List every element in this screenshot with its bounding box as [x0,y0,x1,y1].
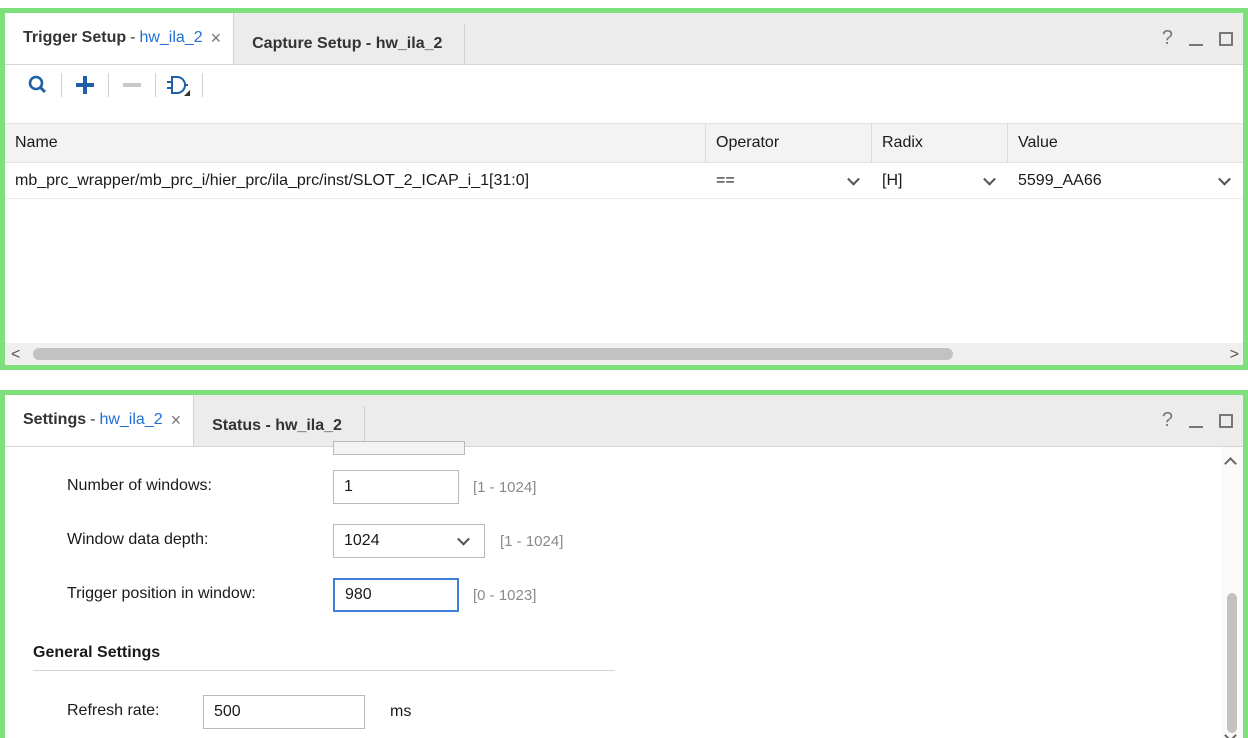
tab-title: Status - hw_ila_2 [212,417,342,434]
trigger-position-input[interactable]: 980 [333,578,459,612]
maximize-icon[interactable] [1219,31,1233,46]
column-header-operator[interactable]: Operator [706,124,872,162]
value-dropdown[interactable]: 5599_AA66 [1008,163,1243,198]
toolbar-divider [61,73,62,97]
minimize-icon[interactable] [1189,425,1203,428]
trigger-position-range: [0 - 1023] [473,587,537,604]
window-depth-select[interactable]: 1024 [333,524,485,558]
window-depth-value: 1024 [344,532,380,549]
tab-status[interactable]: Status - hw_ila_2 [194,406,365,446]
tab-title: Capture Setup - hw_ila_2 [252,35,443,52]
refresh-rate-unit: ms [390,703,412,720]
tab-ila-id: hw_ila_2 [99,411,163,428]
section-divider [33,670,615,671]
maximize-icon[interactable] [1219,413,1233,428]
close-icon[interactable]: × [171,410,182,431]
gate-icon[interactable] [162,68,196,102]
tab-settings[interactable]: Settings - hw_ila_2 × [5,395,195,446]
scroll-right-icon[interactable]: > [1230,346,1239,364]
column-header-value[interactable]: Value [1008,124,1243,162]
remove-icon[interactable] [115,68,149,102]
trigger-table: Name Operator Radix Value mb_prc_wrapper… [5,123,1243,338]
table-header: Name Operator Radix Value [5,123,1243,163]
close-icon[interactable]: × [211,28,222,49]
settings-body: Number of windows: 1 [1 - 1024] Window d… [5,441,1243,738]
column-header-name[interactable]: Name [5,124,706,162]
refresh-rate-input[interactable]: 500 [203,695,365,729]
probe-name-cell[interactable]: mb_prc_wrapper/mb_prc_i/hier_prc/ila_prc… [5,163,706,198]
vertical-scrollbar[interactable] [1221,447,1243,738]
tab-capture-setup[interactable]: Capture Setup - hw_ila_2 [234,24,466,64]
tab-title: Settings [23,411,87,428]
tab-ila-id: hw_ila_2 [139,29,203,46]
tab-title: Trigger Setup [23,29,127,46]
window-controls: ? [1162,409,1233,432]
horizontal-scrollbar[interactable]: < > [5,343,1243,365]
toolbar-divider [155,73,156,97]
radix-value: [H] [882,171,903,189]
trigger-tabbar: Trigger Setup - hw_ila_2 × Capture Setup… [5,13,1243,65]
chevron-down-icon[interactable] [1218,172,1231,186]
search-icon[interactable] [21,68,55,102]
chevron-down-icon[interactable] [983,172,996,186]
settings-panel: Settings - hw_ila_2 × Status - hw_ila_2 … [0,390,1248,738]
num-windows-input[interactable]: 1 [333,470,459,504]
operator-dropdown[interactable]: == [706,163,872,198]
help-icon[interactable]: ? [1162,27,1173,50]
tab-trigger-setup[interactable]: Trigger Setup - hw_ila_2 × [5,13,235,64]
trigger-setup-panel: Trigger Setup - hw_ila_2 × Capture Setup… [0,8,1248,370]
operator-value: == [716,171,735,189]
general-settings-heading: General Settings [33,644,161,661]
tab-separator: - [130,29,136,46]
settings-tabbar: Settings - hw_ila_2 × Status - hw_ila_2 … [5,395,1243,447]
help-icon[interactable]: ? [1162,409,1173,432]
chevron-down-icon[interactable] [457,532,470,546]
refresh-rate-label: Refresh rate: [67,702,160,719]
num-windows-range: [1 - 1024] [473,479,537,496]
trigger-toolbar [5,65,1243,105]
table-row[interactable]: mb_prc_wrapper/mb_prc_i/hier_prc/ila_prc… [5,163,1243,199]
scroll-thumb[interactable] [33,348,953,360]
chevron-down-icon[interactable] [847,172,860,186]
toolbar-divider [202,73,203,97]
toolbar-divider [108,73,109,97]
tab-separator: - [90,411,96,428]
column-header-radix[interactable]: Radix [872,124,1008,162]
num-windows-label: Number of windows: [67,477,212,494]
radix-dropdown[interactable]: [H] [872,163,1008,198]
scroll-thumb[interactable] [1227,593,1237,733]
add-icon[interactable] [68,68,102,102]
minimize-icon[interactable] [1189,43,1203,46]
window-depth-range: [1 - 1024] [500,533,564,550]
value-text: 5599_AA66 [1018,171,1102,189]
scroll-left-icon[interactable]: < [11,346,20,364]
window-controls: ? [1162,27,1233,50]
trigger-position-label: Trigger position in window: [67,585,256,602]
scroll-up-icon[interactable] [1224,457,1237,470]
window-depth-label: Window data depth: [67,531,209,548]
clipped-field[interactable] [333,441,465,455]
